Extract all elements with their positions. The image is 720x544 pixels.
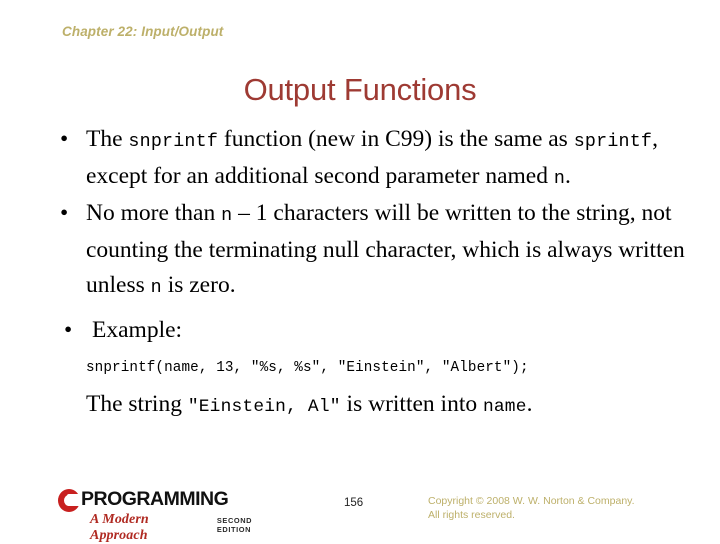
inline-code: n: [150, 277, 162, 298]
logo-subtitle: A Modern Approach Second Edition: [90, 512, 288, 544]
inline-code: sprintf: [573, 131, 653, 152]
inline-code: n: [221, 205, 233, 226]
bullet-text: No more than n – 1 characters will be wr…: [86, 200, 685, 298]
copyright-notice: Copyright © 2008 W. W. Norton & Company.…: [428, 494, 698, 522]
inline-text: Example:: [92, 317, 183, 343]
inline-code: name: [482, 397, 527, 417]
inline-text: function (new in C99) is the same as: [218, 126, 574, 152]
bullet-text: The snprintf function (new in C99) is th…: [86, 126, 658, 189]
inline-code: "Einstein, Al": [187, 397, 341, 417]
logo-edition: Second Edition: [216, 516, 253, 534]
inline-text: The: [86, 126, 129, 152]
result-description: The string "Einstein, Al" is written int…: [0, 387, 720, 424]
bullet-marker: •: [60, 126, 69, 152]
inline-text: is written into: [340, 391, 483, 417]
inline-text: is zero.: [161, 272, 236, 298]
book-logo: PROGRAMMING A Modern Approach Second Edi…: [58, 488, 288, 543]
slide-body: • The snprintf function (new in C99) is …: [0, 122, 720, 424]
logo-wordmark: PROGRAMMING: [58, 488, 288, 512]
slide: Chapter 22: Input/Output Output Function…: [0, 0, 720, 543]
page-title: Output Functions: [243, 72, 477, 107]
inline-code: n: [553, 168, 566, 189]
bullet-item-example: • Example:: [0, 313, 720, 348]
copyright-line-1: Copyright © 2008 W. W. Norton & Company.: [428, 495, 635, 507]
logo-tagline: A Modern Approach: [90, 512, 149, 543]
page-number: 156: [344, 497, 364, 509]
bullet-marker: •: [64, 317, 73, 343]
inline-text: .: [565, 163, 571, 189]
inline-text: No more than: [86, 200, 222, 226]
copyright-line-2: All rights reserved.: [428, 509, 515, 521]
chapter-header: Chapter 22: Input/Output: [62, 24, 224, 39]
bullet-text: Example:: [92, 317, 182, 343]
result-text: The string "Einstein, Al" is written int…: [86, 391, 533, 417]
inline-text: The string: [86, 391, 188, 417]
inline-code: snprintf: [128, 131, 219, 152]
bullet-marker: •: [60, 200, 69, 226]
inline-text: .: [526, 391, 533, 417]
bullet-item: • The snprintf function (new in C99) is …: [0, 122, 720, 196]
logo-word: PROGRAMMING: [81, 488, 229, 511]
logo-c-icon: [58, 488, 80, 512]
slide-footer: PROGRAMMING A Modern Approach Second Edi…: [0, 488, 720, 543]
bullet-item: • No more than n – 1 characters will be …: [0, 196, 720, 305]
code-example: snprintf(name, 13, "%s, %s", "Einstein",…: [86, 360, 529, 376]
